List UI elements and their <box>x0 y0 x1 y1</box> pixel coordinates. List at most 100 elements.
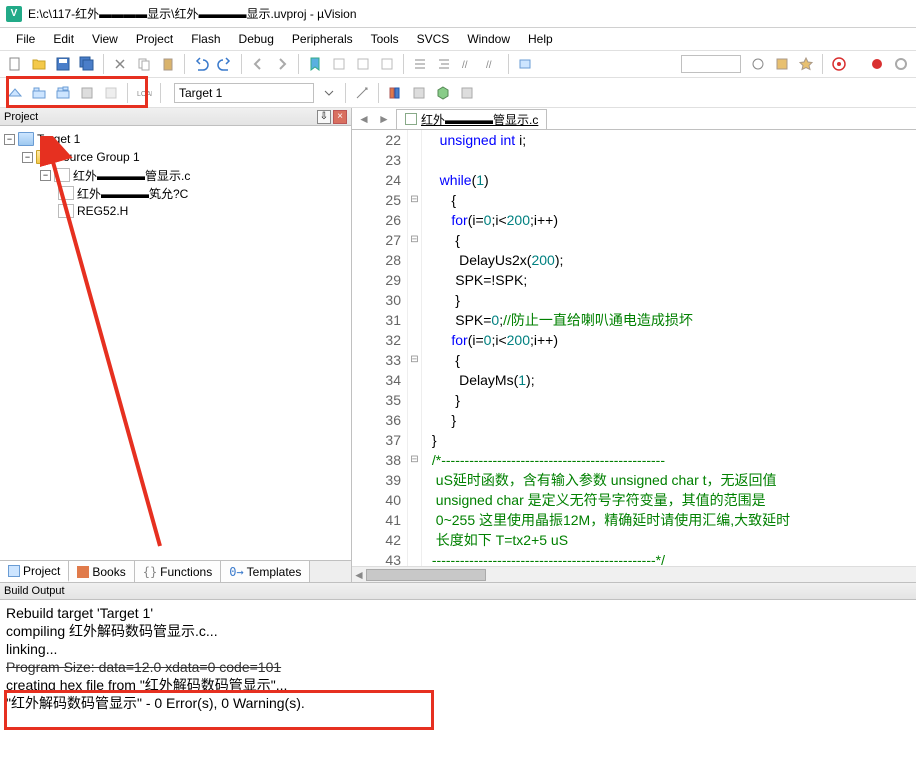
file-icon <box>405 113 417 125</box>
options-button[interactable] <box>351 82 373 104</box>
config-button[interactable] <box>747 53 769 75</box>
redo-button[interactable] <box>214 53 236 75</box>
tab-books[interactable]: Books <box>69 561 134 582</box>
translate-button[interactable] <box>4 82 26 104</box>
tab-templates[interactable]: 0→Templates <box>221 561 310 582</box>
new-file-button[interactable] <box>4 53 26 75</box>
tab-nav-left-button[interactable]: ◄ <box>356 111 372 127</box>
indent-button[interactable] <box>409 53 431 75</box>
file-icon <box>58 186 74 200</box>
close-icon[interactable]: × <box>333 110 347 124</box>
tree-group-label: Source Group 1 <box>55 150 140 164</box>
manage-books-button[interactable] <box>384 82 406 104</box>
project-pane-header: Project ⇩ × <box>0 108 351 126</box>
expand-icon[interactable]: − <box>40 170 51 181</box>
nav-forward-button[interactable] <box>271 53 293 75</box>
nav-back-button[interactable] <box>247 53 269 75</box>
copy-button[interactable] <box>133 53 155 75</box>
tab-label: Books <box>92 565 125 579</box>
menu-help[interactable]: Help <box>520 30 561 48</box>
bookmark-next-button[interactable] <box>352 53 374 75</box>
debug-start-button[interactable] <box>828 53 850 75</box>
menu-flash[interactable]: Flash <box>183 30 228 48</box>
toolbar-build: LOAD Target 1 <box>0 78 916 108</box>
bookmark-button[interactable] <box>304 53 326 75</box>
undo-button[interactable] <box>190 53 212 75</box>
menu-debug[interactable]: Debug <box>231 30 282 48</box>
tree-file-label: 红外▬▬▬▬笂允?C <box>77 185 188 202</box>
tab-label: Functions <box>160 565 212 579</box>
file-icon <box>54 168 70 182</box>
save-all-button[interactable] <box>76 53 98 75</box>
select-packs-button[interactable] <box>456 82 478 104</box>
project-pane-tabs: Project Books {}Functions 0→Templates <box>0 560 351 582</box>
scroll-thumb[interactable] <box>366 569 486 581</box>
pin-icon[interactable]: ⇩ <box>317 110 331 124</box>
target-select[interactable]: Target 1 <box>174 83 314 103</box>
code-area[interactable]: 2223242526272829303132333435363738394041… <box>352 130 916 566</box>
tree-file[interactable]: − 红外▬▬▬▬管显示.c <box>2 166 349 184</box>
line-number-gutter: 2223242526272829303132333435363738394041… <box>352 130 408 566</box>
project-tree[interactable]: − Target 1 − Source Group 1 − 红外▬▬▬▬管显示.… <box>0 126 351 560</box>
bookmark-prev-button[interactable] <box>328 53 350 75</box>
tree-file[interactable]: 红外▬▬▬▬笂允?C <box>2 184 349 202</box>
file-ext-button[interactable] <box>408 82 430 104</box>
tree-file[interactable]: REG52.H <box>2 202 349 220</box>
tab-project[interactable]: Project <box>0 561 69 582</box>
menu-peripherals[interactable]: Peripherals <box>284 30 361 48</box>
outdent-button[interactable] <box>433 53 455 75</box>
find-button[interactable] <box>514 53 536 75</box>
record-button[interactable] <box>866 53 888 75</box>
menu-bar: File Edit View Project Flash Debug Perip… <box>0 28 916 50</box>
bookmark-clear-button[interactable] <box>376 53 398 75</box>
tree-group[interactable]: − Source Group 1 <box>2 148 349 166</box>
project-pane: Project ⇩ × − Target 1 − Source Group 1 … <box>0 108 352 582</box>
menu-window[interactable]: Window <box>459 30 518 48</box>
config3-button[interactable] <box>795 53 817 75</box>
stop-build-button[interactable] <box>100 82 122 104</box>
folder-icon <box>36 150 52 164</box>
rebuild-button[interactable] <box>52 82 74 104</box>
toolbar-main: // // <box>0 50 916 78</box>
find-combo[interactable] <box>681 55 741 73</box>
project-pane-title: Project <box>4 111 38 123</box>
menu-view[interactable]: View <box>84 30 126 48</box>
save-button[interactable] <box>52 53 74 75</box>
books-tab-icon <box>77 566 89 578</box>
manage-components-button[interactable] <box>432 82 454 104</box>
expand-icon[interactable]: − <box>4 134 15 145</box>
stop-button[interactable] <box>890 53 912 75</box>
project-tab-icon <box>8 565 20 577</box>
functions-tab-icon: {} <box>143 565 157 579</box>
templates-tab-icon: 0→ <box>229 565 243 579</box>
svg-text:LOAD: LOAD <box>137 91 152 98</box>
code-text[interactable]: unsigned int i; while(1) { for(i=0;i<200… <box>422 130 916 566</box>
scroll-left-button[interactable]: ◄ <box>352 568 366 582</box>
fold-gutter[interactable]: ⊟ ⊟ ⊟ ⊟ ⊟ <box>408 130 422 566</box>
tab-functions[interactable]: {}Functions <box>135 561 221 582</box>
editor-file-tab[interactable]: 红外▬▬▬▬管显示.c <box>396 109 547 129</box>
download-button[interactable]: LOAD <box>133 82 155 104</box>
config2-button[interactable] <box>771 53 793 75</box>
comment-button[interactable]: // <box>457 53 479 75</box>
target-icon <box>18 132 34 146</box>
menu-file[interactable]: File <box>8 30 43 48</box>
editor-scrollbar-horizontal[interactable]: ◄ <box>352 566 916 582</box>
open-file-button[interactable] <box>28 53 50 75</box>
menu-tools[interactable]: Tools <box>363 30 407 48</box>
target-dropdown-button[interactable] <box>318 82 340 104</box>
build-output[interactable]: Rebuild target 'Target 1'compiling 红外解码数… <box>0 600 916 746</box>
build-button[interactable] <box>28 82 50 104</box>
tab-nav-right-button[interactable]: ► <box>376 111 392 127</box>
expand-icon[interactable]: − <box>22 152 33 163</box>
menu-edit[interactable]: Edit <box>45 30 82 48</box>
uncomment-button[interactable]: // <box>481 53 503 75</box>
menu-svcs[interactable]: SVCS <box>409 30 458 48</box>
target-select-value: Target 1 <box>179 86 222 100</box>
batch-build-button[interactable] <box>76 82 98 104</box>
cut-button[interactable] <box>109 53 131 75</box>
paste-button[interactable] <box>157 53 179 75</box>
tree-root[interactable]: − Target 1 <box>2 130 349 148</box>
menu-project[interactable]: Project <box>128 30 181 48</box>
app-icon: V <box>6 6 22 22</box>
